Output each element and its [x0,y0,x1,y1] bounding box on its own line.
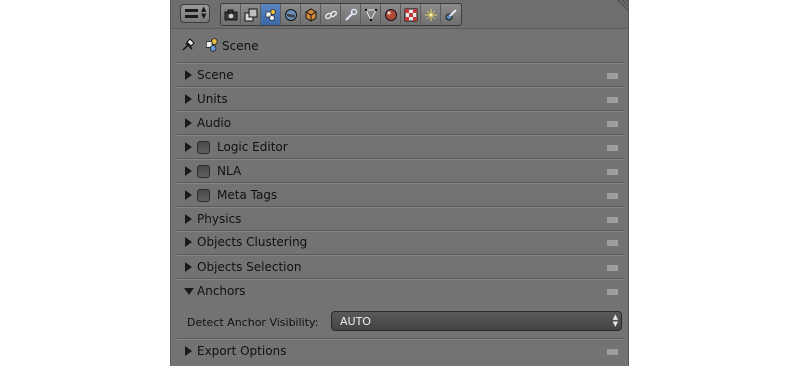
panel-audio[interactable]: Audio [177,112,624,135]
detect-anchor-visibility-label: Detect Anchor Visibility: [187,316,319,329]
drag-handle-icon[interactable] [607,289,618,295]
render-layers-icon [244,8,257,21]
particles-icon [424,8,437,21]
select-value: AUTO [340,315,371,328]
panel-header-label: Units [197,92,228,106]
panel-header-label: Objects Clustering [197,235,308,249]
divider [177,110,624,111]
collapsed-triangle-icon [185,237,192,247]
panel-header-label: NLA [217,164,242,178]
drag-handle-icon[interactable] [607,121,618,127]
material-icon [384,8,397,21]
pin-icon[interactable] [181,38,197,52]
panel-header-label: Logic Editor [217,140,288,154]
panel-physics[interactable]: Physics [177,208,624,231]
divider [177,206,624,207]
panel-logic-editor[interactable]: Logic Editor [177,136,624,159]
render-icon [224,9,237,20]
collapsed-triangle-icon [185,262,192,272]
tab-physics[interactable] [441,4,461,25]
tab-scene[interactable] [261,4,281,25]
panel-scene[interactable]: Scene [177,64,624,87]
drag-handle-icon[interactable] [607,217,618,223]
meta-tags-checkbox[interactable] [197,189,210,202]
collapsed-triangle-icon [185,142,192,152]
tab-particles[interactable] [421,4,441,25]
nla-checkbox[interactable] [197,165,210,178]
collapsed-triangle-icon [185,70,192,80]
drag-handle-icon[interactable] [607,193,618,199]
divider [177,158,624,159]
divider [177,338,624,339]
context-scene-label: Scene [222,39,259,53]
scene-icon [265,8,276,21]
tab-data[interactable] [361,4,381,25]
constraints-icon [324,10,337,19]
tab-render-layers[interactable] [241,4,261,25]
chevron-updown-icon: ▲ ▼ [201,5,207,20]
drag-handle-icon[interactable] [607,145,618,151]
texture-icon [404,8,417,21]
editor-type-selector[interactable]: ▲ ▼ [180,4,210,23]
panel-objects-selection[interactable]: Objects Selection [177,256,624,279]
chevron-updown-icon: ▲ ▼ [612,313,618,328]
data-icon [364,8,377,21]
tab-render[interactable] [221,4,241,25]
context-tabs [220,3,462,26]
panel-header-label: Objects Selection [197,260,302,274]
panel-header-label: Export Options [197,344,287,358]
tab-constraints[interactable] [321,4,341,25]
scene-icon [205,38,218,52]
panel-objects-clustering[interactable]: Objects Clustering [177,231,624,254]
divider [177,62,624,63]
world-icon [284,8,297,21]
drag-handle-icon[interactable] [607,73,618,79]
panel-header-label: Meta Tags [217,188,278,202]
panel-meta-tags[interactable]: Meta Tags [177,184,624,207]
panel-header-label: Anchors [197,284,246,298]
collapsed-triangle-icon [185,214,192,224]
object-icon [305,7,316,22]
panel-header-label: Audio [197,116,232,130]
drag-handle-icon[interactable] [607,169,618,175]
drag-handle-icon[interactable] [607,349,618,355]
properties-header: ▲ ▼ [171,0,628,29]
panel-header-label: Physics [197,212,242,226]
divider [177,278,624,279]
tab-world[interactable] [281,4,301,25]
logic-editor-checkbox[interactable] [197,141,210,154]
collapsed-triangle-icon [185,346,192,356]
collapsed-triangle-icon [185,118,192,128]
tab-texture[interactable] [401,4,421,25]
area-split-corner-icon[interactable] [616,0,628,12]
tab-object[interactable] [301,4,321,25]
detect-anchor-visibility-select[interactable]: AUTO ▲ ▼ [331,311,622,331]
collapsed-triangle-icon [185,166,192,176]
panel-header-label: Scene [197,68,234,82]
drag-handle-icon[interactable] [607,265,618,271]
expanded-triangle-icon [184,288,194,295]
tab-material[interactable] [381,4,401,25]
divider [177,134,624,135]
physics-icon [445,8,457,20]
collapsed-triangle-icon [185,94,192,104]
panel-anchors[interactable]: Anchors [177,280,624,303]
divider [177,86,624,87]
drag-handle-icon[interactable] [607,97,618,103]
collapsed-triangle-icon [185,190,192,200]
modifiers-icon [344,8,357,21]
panel-nla[interactable]: NLA [177,160,624,183]
tab-modifiers[interactable] [341,4,361,25]
divider [177,254,624,255]
properties-editor-icon [185,9,198,18]
drag-handle-icon[interactable] [607,240,618,246]
divider [177,182,624,183]
context-path: Scene [171,33,628,59]
panel-export-options[interactable]: Export Options [177,340,624,363]
properties-editor: ▲ ▼ Scene Scene Units Audio Logic Editor… [170,0,629,366]
panel-units[interactable]: Units [177,88,624,111]
